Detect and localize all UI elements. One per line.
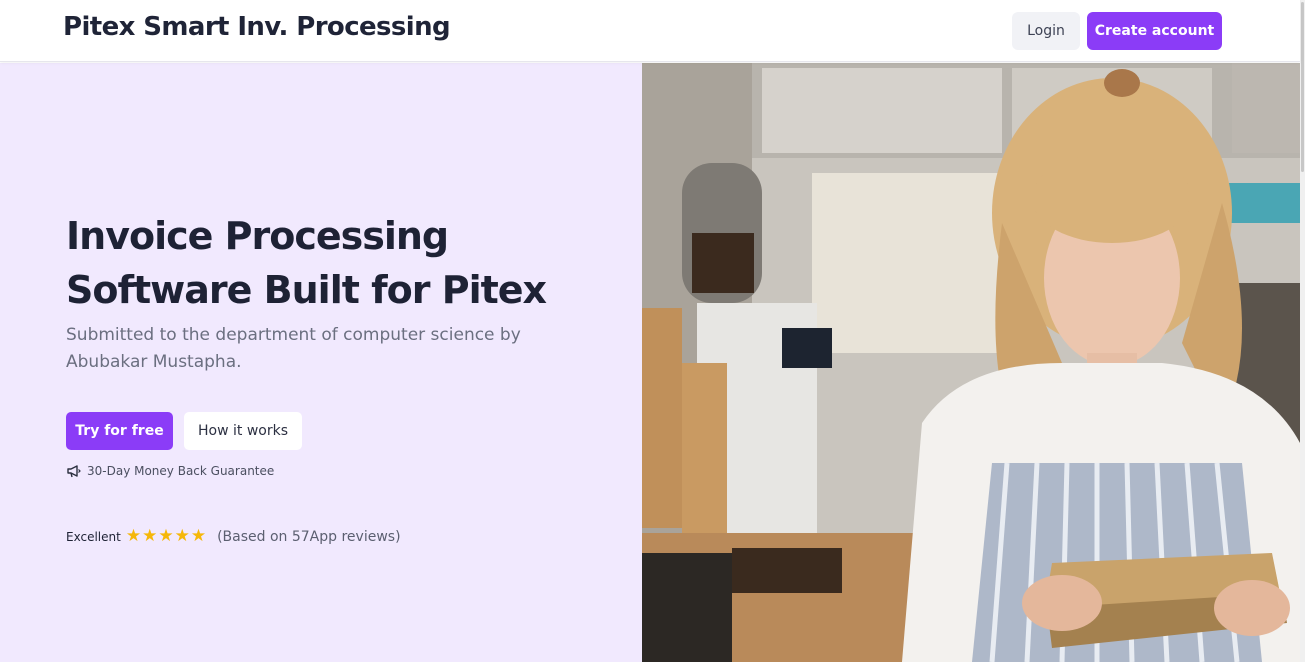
money-back-guarantee: 30-Day Money Back Guarantee: [66, 464, 274, 478]
hero-title-line-2: Software Built for Pitex: [66, 268, 547, 312]
star-icon: ★: [158, 526, 174, 546]
try-for-free-button[interactable]: Try for free: [66, 412, 173, 450]
hero-title-line-1: Invoice Processing: [66, 214, 449, 258]
star-icon: ★: [125, 526, 142, 546]
hero-section: Invoice Processing Software Built for Pi…: [0, 63, 642, 662]
rating-reviews: (Based on 57App reviews): [217, 528, 401, 545]
page-scrollbar[interactable]: [1300, 0, 1305, 662]
rating-stars: ★ ★ ★ ★ ★: [126, 528, 207, 545]
barista-illustration: [642, 63, 1300, 662]
create-account-button[interactable]: Create account: [1087, 12, 1222, 50]
hero-photo: [642, 63, 1300, 662]
top-navbar: Pitex Smart Inv. Processing Login Create…: [0, 0, 1300, 62]
rating-label: Excellent: [66, 529, 121, 544]
hero-subtitle-line-1: Submitted to the department of computer …: [66, 325, 521, 345]
hero-subtitle: Submitted to the department of computer …: [66, 322, 566, 376]
megaphone-icon: [66, 464, 82, 478]
star-icon: ★: [190, 526, 207, 546]
scrollbar-thumb[interactable]: [1301, 2, 1304, 172]
brand-title[interactable]: Pitex Smart Inv. Processing: [63, 12, 451, 42]
login-button[interactable]: Login: [1012, 12, 1080, 50]
hero-title: Invoice Processing Software Built for Pi…: [66, 209, 626, 317]
star-icon: ★: [142, 526, 158, 546]
how-it-works-button[interactable]: How it works: [184, 412, 302, 450]
star-icon: ★: [174, 526, 190, 546]
rating-summary: Excellent ★ ★ ★ ★ ★ (Based on 57App revi…: [66, 528, 401, 545]
guarantee-text: 30-Day Money Back Guarantee: [87, 464, 275, 478]
hero-subtitle-line-2: Abubakar Mustapha.: [66, 352, 242, 372]
